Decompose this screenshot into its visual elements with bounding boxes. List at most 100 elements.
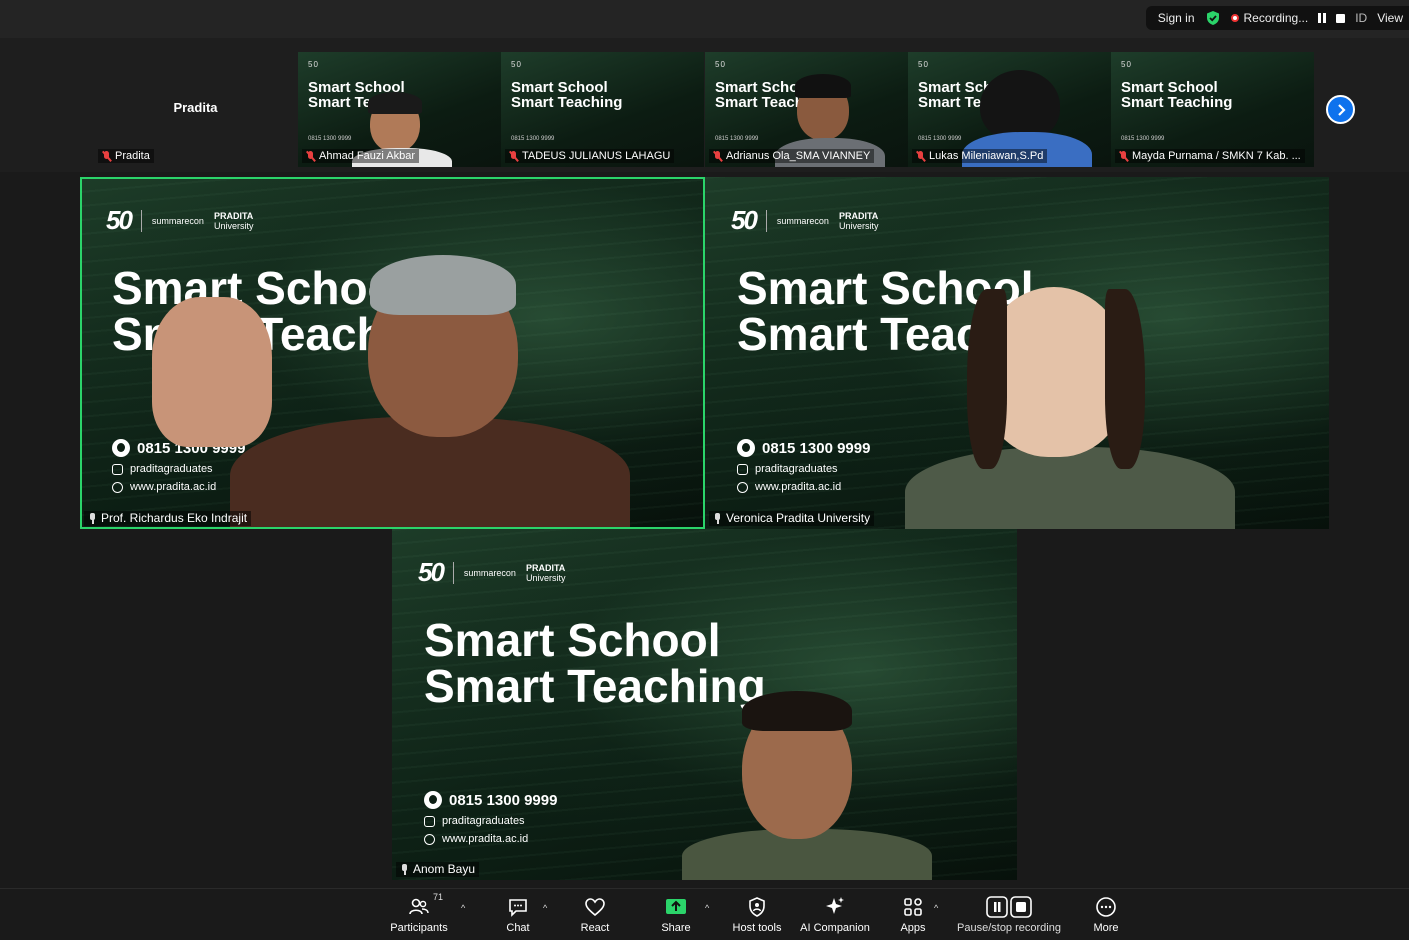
logo-pradita-text: PRADITA [525,562,566,573]
logo-summarecon: summarecon [151,215,204,226]
apps-label: Apps [900,922,926,934]
view-menu[interactable]: View [1377,11,1403,25]
meeting-id-label[interactable]: ID [1355,11,1367,25]
title-line1: Smart School [424,614,721,666]
thumb-title-line2: Smart Teaching [511,94,623,111]
logo-50: 50 [106,205,133,235]
ai-companion-button[interactable]: AI Companion [796,895,874,939]
thumb-tile-pradita[interactable]: Pradita Pradita [94,52,297,167]
video-tile-anom[interactable]: 50 summarecon PRADITA University Smart Sc… [392,529,1017,880]
tile-logos: 50 summarecon PRADITA University [418,557,565,588]
share-label: Share [661,922,691,934]
contact-phone: 0815 1300 9999 [762,439,871,457]
globe-icon [737,481,748,493]
ai-companion-label: AI Companion [800,922,870,934]
contact-instagram: praditagraduates [755,463,838,475]
pin-icon [713,513,722,524]
thumb-name-text: TADEUS JULIANUS LAHAGU [522,150,671,162]
logo-50: 50 [418,557,445,587]
logo-pradita-text: PRADITA [838,210,879,221]
pause-recording-icon[interactable] [1318,13,1327,23]
participants-caret-icon[interactable]: ^ [461,903,465,913]
apps-icon [904,898,922,916]
apps-button[interactable]: Apps [891,895,935,939]
thumb-phone: 0815 1300 9999 [715,136,759,142]
thumb-title-line2: Smart Teaching [1121,94,1233,111]
tile-name-text: Veronica Pradita University [726,511,871,525]
sparkle-icon [826,897,844,914]
video-tile-richardus[interactable]: 50 summarecon PRADITA University Smart Sc… [80,177,705,529]
thumb-title-line1: Smart School [1121,79,1218,96]
participant-strip: Pradita Pradita 50 Smart School Smart Tea… [0,38,1409,172]
pin-icon [88,513,97,524]
share-button[interactable]: Share [654,895,698,939]
thumb-tile-ahmad[interactable]: 50 Smart School Smart Teaching 0815 1300 … [298,52,501,167]
share-caret-icon[interactable]: ^ [705,903,709,913]
mic-muted-icon [1119,150,1128,162]
host-shield-icon [749,897,765,917]
thumb-phone: 0815 1300 9999 [918,136,962,142]
tile-contact: 0815 1300 9999 praditagraduates www.prad… [424,791,557,851]
pause-stop-label: Pause/stop recording [957,922,1061,934]
tile-name-text: Prof. Richardus Eko Indrajit [101,511,248,525]
thumb-phone: 0815 1300 9999 [511,136,555,142]
thumb-name-label: Lukas Mileniawan,S.Pd [912,149,1048,163]
thumb-tile-lukas[interactable]: 50 Smart School Smart Teaching 0815 1300 … [908,52,1111,167]
logo-summarecon: summarecon [463,567,516,578]
logo-pradita: PRADITA University [839,211,879,231]
tile-name-label: Prof. Richardus Eko Indrajit [84,511,252,526]
participants-count: 71 [433,892,444,902]
contact-instagram: praditagraduates [442,815,525,827]
instagram-icon [737,463,748,475]
more-button[interactable]: More [1084,895,1128,939]
thumb-tile-mayda[interactable]: 50 Smart School Smart Teaching 0815 1300 … [1111,52,1314,167]
whatsapp-icon [424,791,442,809]
thumb-logo: 50 [1121,60,1132,69]
thumb-name-label: Mayda Purnama / SMKN 7 Kab. ... [1115,149,1305,163]
recording-indicator[interactable]: Recording... [1230,11,1309,25]
thumb-logo: 50 [511,60,522,69]
thumb-name-text: Mayda Purnama / SMKN 7 Kab. ... [1132,150,1301,162]
pause-stop-icon [986,896,1032,918]
more-label: More [1093,922,1119,934]
chat-button[interactable]: Chat [496,895,540,939]
top-bar-controls: Sign in Recording... ID View [1145,6,1409,30]
recording-label: Recording... [1243,11,1309,25]
host-tools-button[interactable]: Host tools [730,895,784,939]
top-bar: Sign in Recording... ID View [0,0,1409,38]
tile-logos: 50 summarecon PRADITA University [731,205,878,236]
contact-phone: 0815 1300 9999 [449,791,558,809]
meeting-toolbar: Participants 71 ^ Chat ^ React Share ^ H… [0,888,1409,940]
video-tile-veronica[interactable]: 50 summarecon PRADITA University Smart Sc… [705,177,1329,529]
mic-muted-icon [306,150,315,162]
security-shield-icon[interactable] [1205,10,1221,26]
thumb-name-text: Adrianus Ola_SMA VIANNEY [726,150,871,162]
logo-pradita-text: PRADITA [213,210,254,221]
whatsapp-icon [737,439,755,457]
react-button[interactable]: React [573,895,617,939]
title-line2: Smart Teaching [424,660,766,712]
tile-name-text: Anom Bayu [413,862,476,876]
chat-caret-icon[interactable]: ^ [543,903,547,913]
logo-50: 50 [731,205,758,235]
thumb-tile-tadeus[interactable]: 50 Smart School Smart Teaching 0815 1300 … [501,52,704,167]
share-screen-icon [666,899,686,914]
globe-icon [424,833,435,845]
chat-icon [509,899,527,917]
apps-caret-icon[interactable]: ^ [934,903,938,913]
next-page-button[interactable] [1326,95,1355,124]
thumb-display-name: Pradita [173,100,218,115]
pause-stop-recording-button[interactable]: Pause/stop recording [954,895,1064,939]
pin-icon [400,864,409,875]
tile-contact: 0815 1300 9999 praditagraduates www.prad… [737,439,870,499]
sign-in-link[interactable]: Sign in [1158,11,1195,25]
tile-logos: 50 summarecon PRADITA University [106,205,253,236]
thumb-tile-adrianus[interactable]: 50 Smart School Smart Teaching 0815 1300 … [705,52,908,167]
stop-recording-icon[interactable] [1336,13,1346,23]
contact-website: www.pradita.ac.id [130,481,217,493]
react-label: React [580,922,610,934]
thumb-logo: 50 [918,60,929,69]
logo-university-text: University [213,220,254,231]
participant-body [905,447,1235,529]
tile-name-label: Veronica Pradita University [709,511,875,526]
